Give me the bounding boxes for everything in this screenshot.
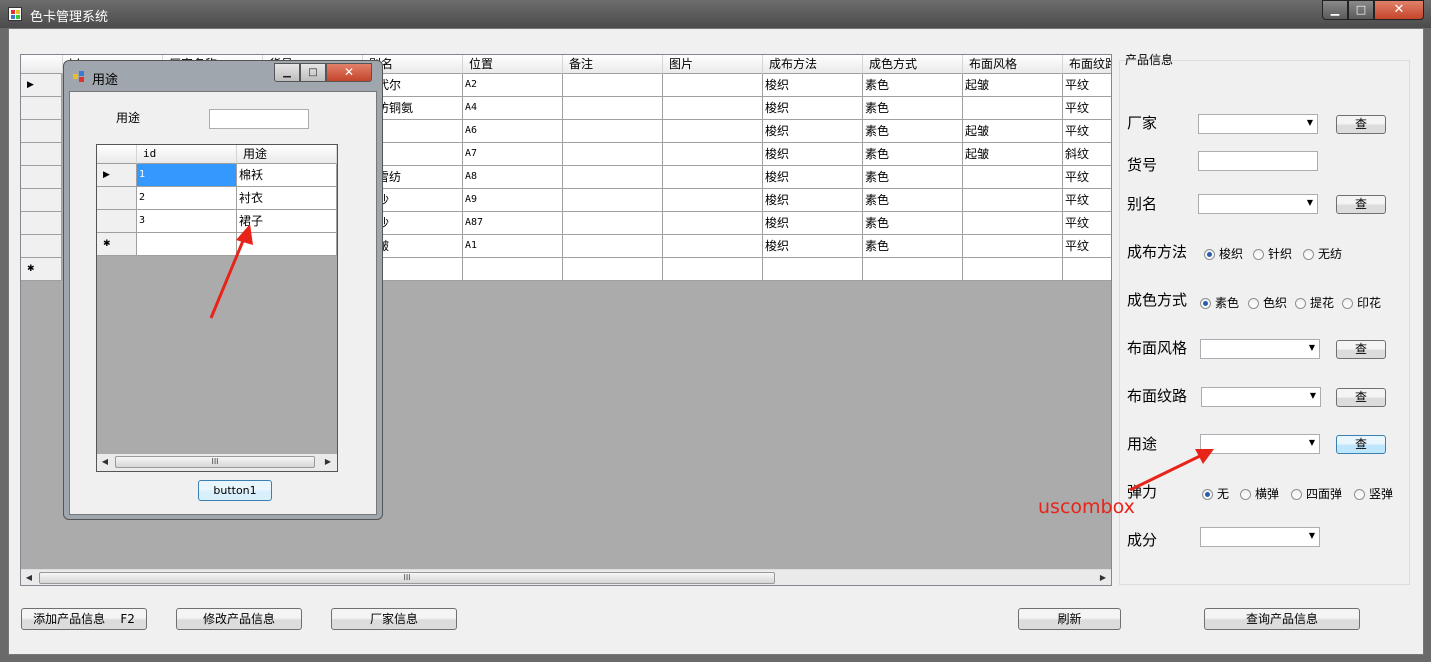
arrow-to-dialog-grid	[209, 224, 253, 319]
annotation-label: uscombox	[1038, 496, 1135, 518]
annotation-arrows	[209, 224, 1214, 492]
arrow-to-usage-combobox	[1129, 449, 1214, 492]
